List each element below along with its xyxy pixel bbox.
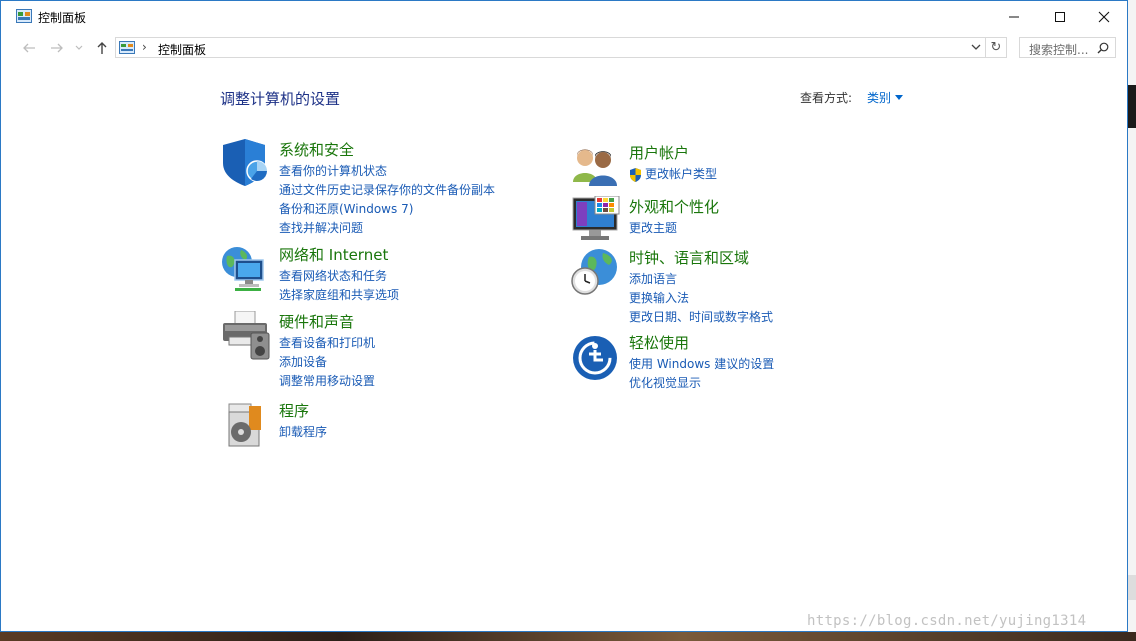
watermark: https://blog.csdn.net/yujing1314 (807, 613, 1087, 629)
category-title[interactable]: 程序 (279, 400, 309, 421)
search-placeholder: 搜索控制... (1029, 43, 1089, 57)
category-title[interactable]: 外观和个性化 (629, 196, 719, 217)
clock-globe-icon[interactable] (571, 247, 623, 297)
control-panel-window: 控制面板 › 控制面板 ↻ 搜索控制... 调整计算机的设置 查看方式: 类别 … (0, 0, 1128, 632)
close-button[interactable] (1081, 1, 1127, 32)
link-optimize-visual-display[interactable]: 优化视觉显示 (629, 374, 774, 393)
category-title[interactable]: 轻松使用 (629, 332, 689, 353)
back-arrow-icon (23, 43, 35, 53)
view-by-label: 查看方式: (800, 91, 853, 105)
users-icon[interactable] (571, 142, 623, 192)
recent-locations-button[interactable] (73, 40, 85, 56)
link-network-status[interactable]: 查看网络状态和任务 (279, 267, 399, 286)
breadcrumb-chevron-icon: › (142, 40, 147, 54)
back-button[interactable] (20, 40, 38, 56)
up-arrow-icon (97, 42, 107, 54)
link-backup-restore[interactable]: 备份和还原(Windows 7) (279, 200, 495, 219)
control-panel-icon (16, 9, 32, 23)
category-title[interactable]: 系统和安全 (279, 139, 354, 160)
printer-icon[interactable] (221, 311, 273, 361)
link-add-device[interactable]: 添加设备 (279, 353, 375, 372)
programs-icon[interactable] (221, 400, 273, 450)
uac-shield-icon (630, 167, 641, 182)
category-title[interactable]: 硬件和声音 (279, 311, 354, 332)
appearance-monitor-icon[interactable] (571, 196, 623, 246)
view-by-value[interactable]: 类别 (867, 89, 891, 106)
ease-of-access-icon[interactable] (571, 332, 623, 382)
category-title[interactable]: 网络和 Internet (279, 244, 388, 265)
chevron-down-icon (75, 45, 83, 50)
control-panel-icon (119, 41, 135, 54)
page-title: 调整计算机的设置 (220, 90, 341, 108)
link-recommended-settings[interactable]: 使用 Windows 建议的设置 (629, 355, 774, 374)
maximize-button[interactable] (1037, 1, 1083, 32)
link-change-input-method[interactable]: 更换输入法 (629, 289, 773, 308)
view-by-dropdown[interactable]: 类别 (867, 89, 904, 106)
link-homegroup-sharing[interactable]: 选择家庭组和共享选项 (279, 286, 399, 305)
category-title[interactable]: 用户帐户 (629, 142, 689, 163)
title-bar[interactable]: 控制面板 (1, 1, 1127, 32)
up-button[interactable] (93, 40, 111, 56)
desktop-edge-right (1128, 0, 1136, 641)
link-mobility-settings[interactable]: 调整常用移动设置 (279, 372, 375, 391)
link-troubleshoot[interactable]: 查找并解决问题 (279, 219, 495, 238)
link-add-language[interactable]: 添加语言 (629, 270, 773, 289)
address-bar[interactable]: › 控制面板 (115, 37, 986, 58)
chevron-down-icon[interactable] (971, 43, 981, 51)
refresh-button[interactable]: ↻ (986, 37, 1007, 58)
breadcrumb[interactable]: 控制面板 (158, 41, 206, 58)
close-icon (1098, 11, 1110, 22)
link-label[interactable]: 更改帐户类型 (645, 165, 717, 184)
search-icon (1097, 42, 1109, 54)
minimize-icon (1009, 16, 1019, 17)
minimize-button[interactable] (991, 1, 1037, 32)
desktop-edge-bottom (0, 632, 1136, 641)
link-file-history-backup[interactable]: 通过文件历史记录保存你的文件备份副本 (279, 181, 495, 200)
link-uninstall-program[interactable]: 卸载程序 (279, 423, 327, 442)
link-date-time-format[interactable]: 更改日期、时间或数字格式 (629, 308, 773, 327)
window-title: 控制面板 (38, 11, 87, 25)
forward-arrow-icon (51, 43, 63, 53)
link-change-theme[interactable]: 更改主题 (629, 219, 677, 238)
shield-icon[interactable] (221, 139, 273, 189)
caret-down-icon (895, 95, 904, 100)
category-title[interactable]: 时钟、语言和区域 (629, 247, 749, 268)
refresh-icon: ↻ (990, 40, 1002, 55)
navigation-bar: › 控制面板 ↻ 搜索控制... (1, 32, 1127, 64)
link-devices-printers[interactable]: 查看设备和打印机 (279, 334, 375, 353)
link-change-account-type[interactable]: 更改帐户类型 (629, 165, 717, 184)
forward-button[interactable] (48, 40, 66, 56)
maximize-icon (1055, 11, 1065, 22)
link-view-computer-status[interactable]: 查看你的计算机状态 (279, 162, 495, 181)
search-input[interactable]: 搜索控制... (1019, 37, 1116, 58)
network-globe-icon[interactable] (221, 244, 273, 294)
